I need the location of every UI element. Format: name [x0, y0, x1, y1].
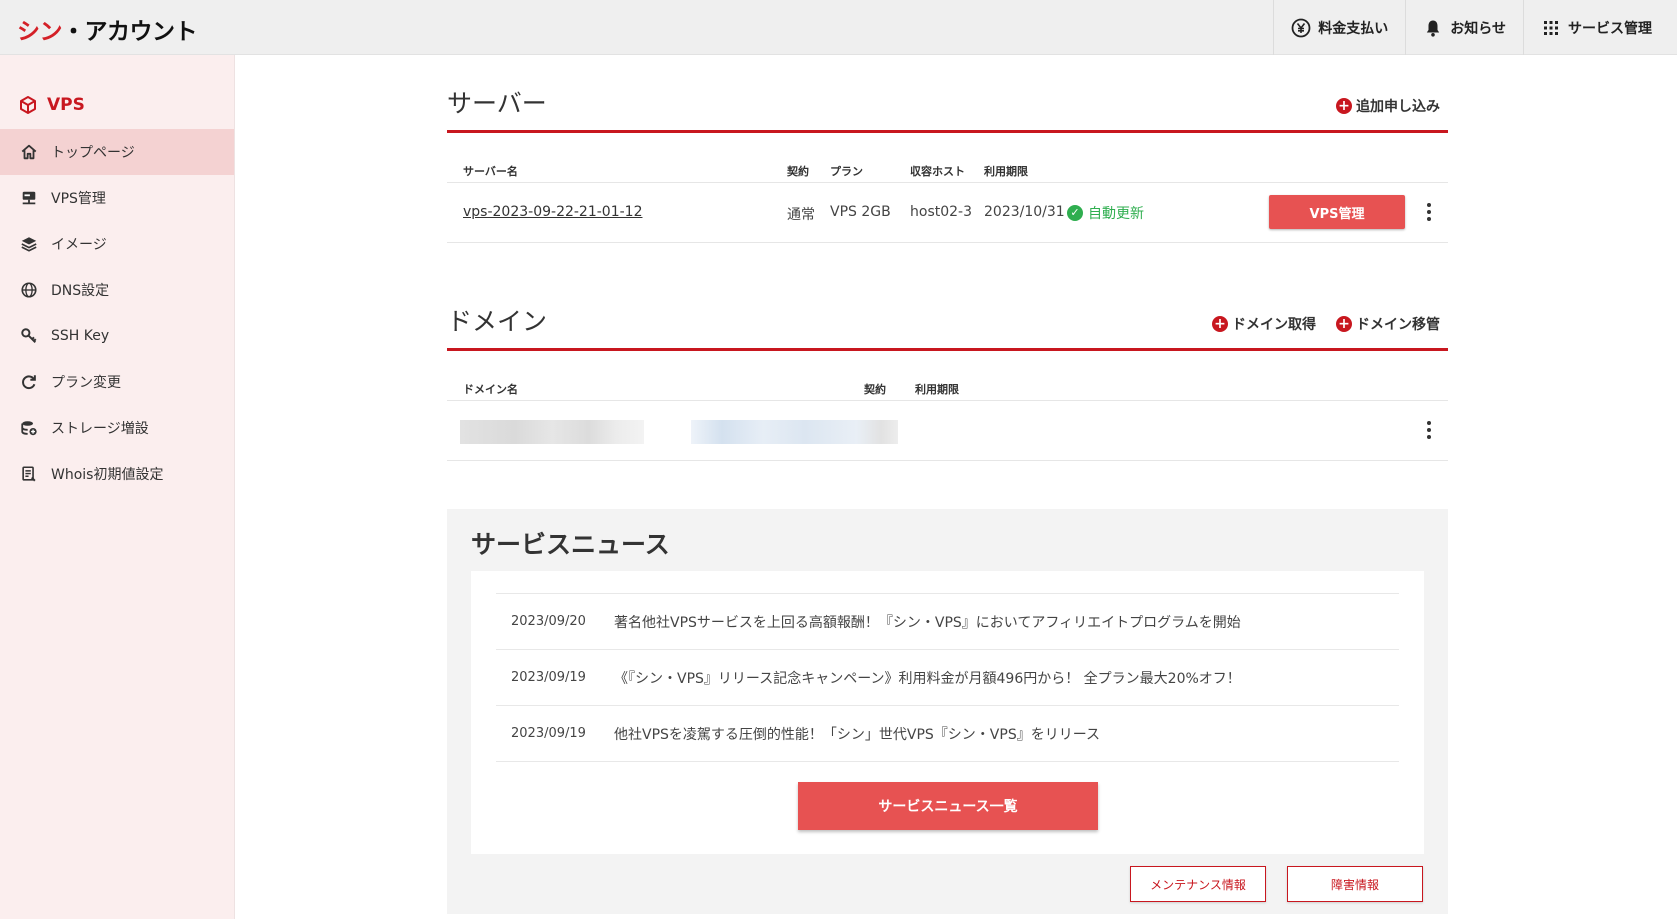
sidebar-item-storage[interactable]: ストレージ増設 — [0, 405, 234, 451]
domain-section-title: ドメイン — [447, 307, 548, 336]
sidebar-item-label: イメージ — [51, 237, 107, 253]
domain-transfer-button[interactable]: + ドメイン移管 — [1336, 314, 1440, 334]
service-news-title: サービスニュース — [471, 530, 670, 559]
column-domain-name: ドメイン名 — [463, 383, 518, 396]
column-plan: プラン — [830, 165, 863, 178]
column-expiry: 利用期限 — [984, 165, 1028, 178]
service-news-panel: サービスニュース 2023/09/20 著名他社VPSサービスを上回る高額報酬！… — [447, 509, 1448, 914]
domain-section-header: ドメイン + ドメイン取得 + ドメイン移管 — [447, 273, 1448, 351]
server-section-title: サーバー — [447, 89, 547, 118]
column-domain-expiry: 利用期限 — [915, 383, 959, 396]
service-news-card: 2023/09/20 著名他社VPSサービスを上回る高額報酬！『シン・VPS』に… — [471, 571, 1424, 854]
news-date: 2023/09/20 — [511, 614, 586, 629]
plus-icon: + — [1336, 98, 1352, 114]
sidebar-item-whois[interactable]: Whois初期値設定 — [0, 451, 234, 497]
domain-transfer-label: ドメイン移管 — [1356, 317, 1440, 333]
domain-acquire-label: ドメイン取得 — [1232, 317, 1316, 333]
column-server-name: サーバー名 — [463, 165, 518, 178]
incident-info-button[interactable]: 障害情報 — [1287, 866, 1423, 902]
maintenance-info-button[interactable]: メンテナンス情報 — [1130, 866, 1266, 902]
news-text: 著名他社VPSサービスを上回る高額報酬！『シン・VPS』においてアフィリエイトプ… — [614, 614, 1241, 631]
brand-logo-part2: ・アカウント — [62, 19, 198, 45]
yen-icon — [1291, 18, 1311, 37]
server-section-header: サーバー + 追加申し込み — [447, 55, 1448, 133]
server-more-menu-icon[interactable] — [1421, 201, 1437, 225]
news-date: 2023/09/19 — [511, 670, 586, 685]
column-host: 収容ホスト — [910, 165, 965, 178]
sidebar: VPS トップページ VPS管理 イメージ DNS設定 SSH Key プラン変… — [0, 55, 235, 919]
news-item[interactable]: 2023/09/20 著名他社VPSサービスを上回る高額報酬！『シン・VPS』に… — [496, 594, 1399, 650]
notifications-label: お知らせ — [1450, 20, 1506, 37]
server-icon — [22, 191, 36, 205]
server-table-header: サーバー名 契約 プラン 収容ホスト 利用期限 — [447, 133, 1448, 183]
server-name-link[interactable]: vps-2023-09-22-21-01-12 — [463, 204, 642, 220]
column-domain-contract: 契約 — [864, 383, 886, 396]
domain-actions: + ドメイン取得 + ドメイン移管 — [1212, 314, 1440, 334]
sidebar-item-label: トップページ — [51, 145, 135, 161]
plus-icon: + — [1336, 316, 1352, 332]
top-bar: シン・アカウント 料金支払い お知らせ サービス管理 — [0, 0, 1677, 55]
refresh-icon — [22, 375, 36, 390]
auto-renew-label: 自動更新 — [1088, 206, 1144, 222]
sidebar-title: VPS — [0, 55, 234, 129]
cube-icon — [20, 96, 36, 114]
plus-icon: + — [1212, 316, 1228, 332]
server-actions: + 追加申し込み — [1336, 96, 1440, 116]
server-host: host02-3 — [910, 204, 972, 220]
sidebar-item-label: プラン変更 — [51, 375, 121, 391]
document-icon — [22, 466, 36, 482]
column-contract: 契約 — [787, 165, 809, 178]
brand-logo-part1: シン — [17, 19, 63, 45]
redacted-domain-info — [691, 420, 898, 444]
news-text: 《『シン・VPS』リリース記念キャンペーン》利用料金が月額496円から！ 全プラ… — [614, 670, 1241, 687]
sidebar-item-label: Whois初期値設定 — [51, 467, 164, 483]
notifications-link[interactable]: お知らせ — [1405, 0, 1523, 55]
main-content: サーバー + 追加申し込み サーバー名 契約 プラン 収容ホスト 利用期限 vp… — [447, 55, 1448, 461]
add-server-button[interactable]: + 追加申し込み — [1336, 96, 1440, 116]
add-server-label: 追加申し込み — [1356, 99, 1440, 115]
sidebar-item-label: DNS設定 — [51, 283, 110, 299]
brand-logo[interactable]: シン・アカウント — [17, 12, 198, 46]
auto-renew-status: ✓ 自動更新 — [1067, 203, 1144, 223]
domain-more-menu-icon[interactable] — [1421, 419, 1437, 443]
sidebar-item-label: SSH Key — [51, 328, 110, 344]
globe-icon — [21, 282, 37, 298]
layers-icon — [21, 237, 37, 252]
key-icon — [21, 328, 37, 344]
sidebar-item-top[interactable]: トップページ — [0, 129, 234, 175]
news-list: 2023/09/20 著名他社VPSサービスを上回る高額報酬！『シン・VPS』に… — [496, 593, 1399, 762]
check-circle-icon: ✓ — [1067, 205, 1083, 221]
billing-label: 料金支払い — [1318, 20, 1389, 37]
home-icon — [21, 144, 37, 160]
server-plan: VPS 2GB — [830, 204, 891, 220]
server-contract: 通常 — [787, 207, 815, 223]
sidebar-title-label: VPS — [47, 95, 85, 115]
sidebar-item-image[interactable]: イメージ — [0, 221, 234, 267]
redacted-domain-name — [460, 420, 644, 444]
bell-icon — [1427, 20, 1440, 37]
news-text: 他社VPSを凌駕する圧倒的性能！「シン」世代VPS『シン・VPS』をリリース — [614, 726, 1101, 743]
domain-row — [447, 401, 1448, 461]
services-link[interactable]: サービス管理 — [1523, 0, 1669, 55]
sidebar-item-vps[interactable]: VPS管理 — [0, 175, 234, 221]
sidebar-item-plan-change[interactable]: プラン変更 — [0, 359, 234, 405]
news-date: 2023/09/19 — [511, 726, 586, 741]
services-label: サービス管理 — [1568, 20, 1652, 37]
grid-icon — [1544, 20, 1558, 35]
billing-link[interactable]: 料金支払い — [1273, 0, 1405, 55]
server-expiry: 2023/10/31 — [984, 204, 1065, 220]
top-nav: 料金支払い お知らせ サービス管理 — [1273, 0, 1669, 55]
domain-acquire-button[interactable]: + ドメイン取得 — [1212, 314, 1316, 334]
sidebar-item-ssh-key[interactable]: SSH Key — [0, 313, 234, 359]
news-item[interactable]: 2023/09/19 他社VPSを凌駕する圧倒的性能！「シン」世代VPS『シン・… — [496, 706, 1399, 762]
server-row: vps-2023-09-22-21-01-12 通常 VPS 2GB host0… — [447, 183, 1448, 243]
vps-manage-button[interactable]: VPS管理 — [1269, 195, 1405, 229]
sidebar-item-dns[interactable]: DNS設定 — [0, 267, 234, 313]
news-item[interactable]: 2023/09/19 《『シン・VPS』リリース記念キャンペーン》利用料金が月額… — [496, 650, 1399, 706]
sidebar-item-label: ストレージ増設 — [51, 421, 149, 437]
news-list-button[interactable]: サービスニュース一覧 — [798, 782, 1098, 830]
sidebar-item-label: VPS管理 — [51, 191, 106, 207]
domain-table-header: ドメイン名 契約 利用期限 — [447, 351, 1448, 401]
storage-icon — [21, 421, 37, 436]
